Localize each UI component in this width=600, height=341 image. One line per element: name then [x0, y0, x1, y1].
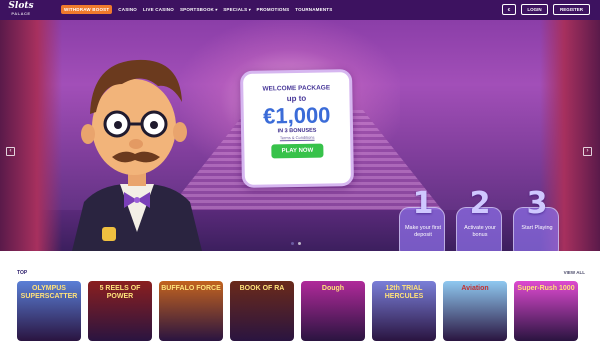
game-tile[interactable]: Dough — [301, 281, 365, 341]
game-tile[interactable]: BUFFALO FORCE — [159, 281, 223, 341]
register-button[interactable]: REGISTER — [553, 4, 590, 15]
game-tile[interactable]: Aviation — [443, 281, 507, 341]
chevron-down-icon: ▾ — [214, 7, 218, 12]
site-logo[interactable]: Slots PALACE — [8, 2, 34, 18]
top-nav-bar: Slots PALACE WITHDRAW BOOST CASINO LIVE … — [0, 0, 600, 20]
game-tiles-row: OLYMPUS SUPERSCATTER 5 REELS OF POWER BUFF… — [17, 281, 578, 341]
hero-banner: ‹ › WELCOME PACKAGE up to €1,000 IN 3 BO… — [0, 20, 600, 251]
step-card-1: 1 Make your first deposit — [399, 186, 445, 251]
currency-button[interactable]: € — [502, 4, 516, 15]
view-all-link[interactable]: VIEW ALL — [564, 270, 585, 275]
menu-item-specials-label: SPECIALS — [223, 7, 248, 12]
carousel-dot-active[interactable] — [291, 242, 294, 245]
hero-curtain-left — [0, 20, 62, 251]
menu-item-casino[interactable]: CASINO — [118, 7, 137, 12]
menu-item-live-casino[interactable]: LIVE CASINO — [143, 7, 174, 12]
step-card-2: 2 Activate your bonus — [456, 186, 502, 251]
game-tile[interactable]: BOOK OF RA — [230, 281, 294, 341]
welcome-promo-card: WELCOME PACKAGE up to €1,000 IN 3 BONUSE… — [239, 69, 355, 188]
game-tile-title: 5 REELS OF POWER — [99, 285, 141, 300]
step-number: 2 — [469, 186, 491, 221]
menu-item-tournaments[interactable]: TOURNAMENTS — [295, 7, 332, 12]
carousel-next-button[interactable]: › — [583, 147, 592, 156]
chevron-down-icon: ▾ — [248, 7, 251, 12]
game-tile-title: OLYMPUS SUPERSCATTER — [20, 285, 78, 300]
step-label: Activate your bonus — [464, 225, 496, 238]
carousel-prev-button[interactable]: ‹ — [6, 147, 15, 156]
step-number: 1 — [412, 186, 434, 221]
step-card-3: 3 Start Playing — [513, 186, 559, 251]
promo-headline: WELCOME PACKAGE — [262, 84, 331, 93]
main-menu: WITHDRAW BOOST CASINO LIVE CASINO SPORTS… — [61, 5, 332, 14]
menu-item-withdraw-boost[interactable]: WITHDRAW BOOST — [61, 5, 113, 14]
chevron-left-icon: ‹ — [9, 148, 12, 154]
promo-terms-link[interactable]: Terms & Conditions — [244, 134, 350, 141]
step-label: Make your first deposit — [404, 225, 442, 238]
step-label: Start Playing — [521, 225, 553, 231]
logo-subtitle: PALACE — [11, 11, 31, 16]
play-now-button[interactable]: PLAY NOW — [271, 143, 324, 159]
menu-item-sportsbook-label: SPORTSBOOK — [179, 7, 214, 12]
game-tile-title: 12th TRIAL HERCULES — [384, 285, 424, 300]
menu-item-specials[interactable]: SPECIALS▾ — [223, 7, 250, 12]
game-tile[interactable]: Super-Rush 1000 — [514, 281, 578, 341]
login-button[interactable]: LOGIN — [521, 4, 548, 15]
mascot-character-image — [72, 59, 202, 251]
game-tile-title: Dough — [321, 285, 345, 292]
game-tile-title: BOOK OF RA — [239, 285, 285, 292]
chevron-right-icon: › — [586, 148, 589, 154]
game-tile[interactable]: OLYMPUS SUPERSCATTER — [17, 281, 81, 341]
promo-amount: €1,000 — [262, 102, 331, 129]
game-tile-title: Super-Rush 1000 — [517, 285, 575, 292]
game-tile[interactable]: 5 REELS OF POWER — [88, 281, 152, 341]
game-tile-title: BUFFALO FORCE — [161, 285, 221, 292]
menu-item-promotions[interactable]: PROMOTIONS — [257, 7, 290, 12]
game-tile-title: Aviation — [461, 285, 489, 292]
carousel-dots — [291, 242, 301, 245]
account-actions: € LOGIN REGISTER — [502, 4, 590, 15]
game-tile[interactable]: 12th TRIAL HERCULES — [372, 281, 436, 341]
menu-item-sportsbook[interactable]: SPORTSBOOK▾ — [180, 7, 217, 12]
logo-text: Slots — [8, 1, 34, 11]
step-number: 3 — [526, 186, 548, 221]
section-title: TOP — [17, 270, 28, 276]
top-games-section: TOP VIEW ALL OLYMPUS SUPERSCATTER 5 REELS… — [0, 251, 600, 341]
carousel-dot[interactable] — [298, 242, 301, 245]
